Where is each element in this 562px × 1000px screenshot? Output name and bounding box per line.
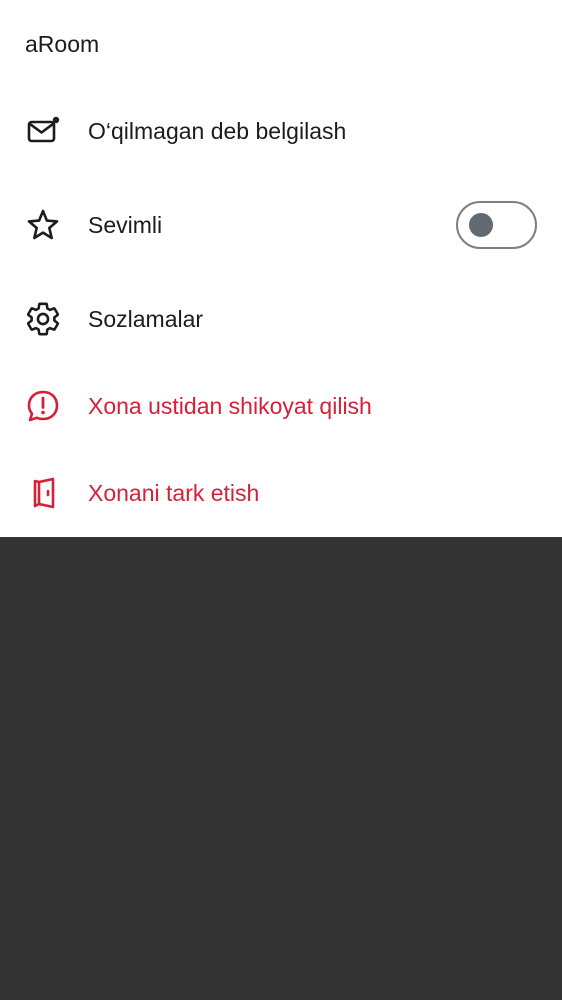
report-room-item[interactable]: Xona ustidan shikoyat qilish bbox=[0, 371, 562, 441]
mail-unread-icon bbox=[24, 112, 62, 150]
gear-icon bbox=[24, 300, 62, 338]
star-icon bbox=[24, 206, 62, 244]
leave-room-label: Xonani tark etish bbox=[88, 480, 260, 506]
room-actions-sheet: aRoom O‘qilmagan deb belgilash Sevimli S… bbox=[0, 0, 562, 537]
mark-unread-label: O‘qilmagan deb belgilash bbox=[88, 118, 347, 144]
report-icon bbox=[24, 387, 62, 425]
sheet-title: aRoom bbox=[25, 31, 100, 57]
toggle-knob bbox=[469, 213, 493, 237]
dim-overlay[interactable] bbox=[0, 537, 562, 1000]
leave-room-icon bbox=[24, 474, 62, 512]
report-room-label: Xona ustidan shikoyat qilish bbox=[88, 393, 372, 419]
mark-unread-item[interactable]: O‘qilmagan deb belgilash bbox=[0, 96, 562, 166]
favorite-toggle[interactable] bbox=[456, 201, 537, 249]
favorite-label: Sevimli bbox=[88, 212, 163, 238]
settings-label: Sozlamalar bbox=[88, 306, 204, 332]
settings-item[interactable]: Sozlamalar bbox=[0, 284, 562, 354]
leave-room-item[interactable]: Xonani tark etish bbox=[0, 458, 562, 528]
